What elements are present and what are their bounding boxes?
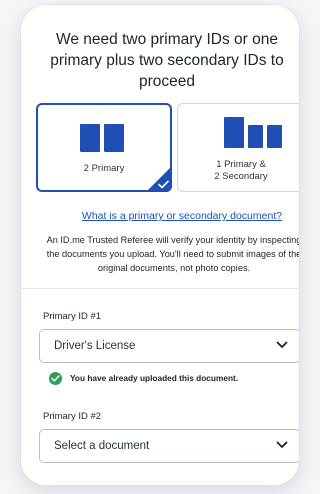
- checkmark-icon: [158, 180, 169, 189]
- check-circle-icon: [49, 372, 62, 385]
- option-two-primary[interactable]: 2 Primary: [36, 103, 172, 192]
- primary-id-2-label: Primary ID #2: [43, 411, 102, 422]
- help-link[interactable]: What is a primary or secondary document?: [57, 210, 299, 222]
- description-text: An ID.me Trusted Referee will verify you…: [46, 235, 300, 273]
- upload-status-text: You have already uploaded this document.: [70, 373, 239, 383]
- phone-frame: We need two primary IDs or one primary p…: [20, 4, 300, 486]
- chevron-down-icon: [276, 341, 288, 348]
- primary-id-2-select[interactable]: Select a document: [39, 429, 299, 463]
- primary-id-1-select[interactable]: Driver's License: [39, 329, 299, 363]
- primary-id-1-label: Primary ID #1: [43, 311, 102, 322]
- primary-id-1-value: Driver's License: [54, 340, 136, 352]
- option-two-primary-label: 2 Primary: [83, 163, 125, 174]
- divider: [21, 288, 299, 289]
- chevron-down-icon: [276, 441, 288, 448]
- page-title: We need two primary IDs or one primary p…: [50, 31, 284, 90]
- option-primary-secondary-label: 1 Primary & 2 Secondary: [214, 159, 268, 182]
- primary-id-2-placeholder: Select a document: [54, 440, 150, 452]
- option-primary-secondary[interactable]: 1 Primary & 2 Secondary: [177, 103, 299, 192]
